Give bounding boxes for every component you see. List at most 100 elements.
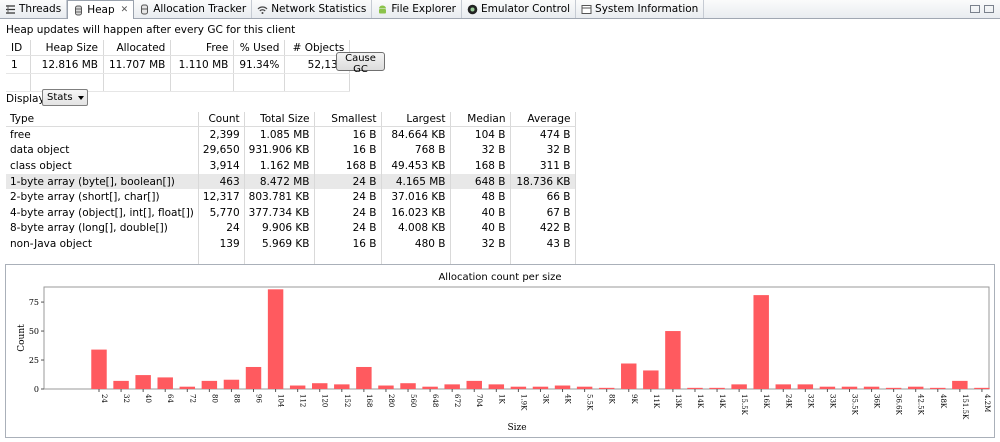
android-icon: [377, 4, 388, 15]
column-header-type[interactable]: Type: [6, 112, 199, 127]
close-tab-icon[interactable]: ✕: [121, 5, 129, 15]
bar: [621, 363, 637, 389]
tab-threads[interactable]: Threads: [0, 0, 68, 18]
x-tick-label: 151.5K: [961, 394, 969, 420]
bar: [709, 387, 725, 389]
emulator-icon: [467, 4, 478, 15]
tab-file-explorer[interactable]: File Explorer: [372, 0, 463, 18]
table-row[interactable]: data object 29,650 931.906 KB 16 B 768 B 32 B…: [6, 142, 576, 159]
display-mode-select[interactable]: Stats: [42, 89, 88, 106]
column-header-smallest[interactable]: Smallest: [314, 112, 382, 127]
table-row[interactable]: 2-byte array (short[], char[]) 12,317 803.…: [6, 189, 576, 205]
table-row[interactable]: class object 3,914 1.162 MB 168 B 49.453 KB 1…: [6, 158, 576, 174]
x-tick-label: 9K: [630, 394, 638, 404]
bar: [841, 386, 858, 389]
cell-smallest: 16 B: [314, 126, 382, 143]
column-header-total-size[interactable]: Total Size: [244, 112, 315, 127]
table-row[interactable]: 8-byte array (long[], double[]) 24 9.906 K…: [6, 220, 576, 237]
cell-type: class object: [6, 158, 199, 174]
tab-label: Heap: [87, 4, 115, 16]
table-row[interactable]: non-Java object 139 5.969 KB 16 B 480 B 32 B4…: [6, 236, 576, 252]
cell-smallest: 16 B: [314, 142, 382, 159]
table-row[interactable]: free 2,399 1.085 MB 16 B 84.664 KB 104 B 474 B: [6, 126, 576, 143]
table-header-row: ID Heap Size Allocated Free % Used # Obj…: [6, 40, 351, 56]
x-tick-label: 648: [431, 394, 439, 407]
heap-icon: [73, 5, 84, 16]
cell-median: 32 B: [450, 142, 511, 159]
y-tick-label: 50: [29, 327, 39, 336]
cell-total-size: 377.734 KB: [244, 204, 315, 221]
column-header-allocated[interactable]: Allocated: [103, 40, 172, 56]
plot-area: [43, 286, 990, 390]
tab-allocation-tracker[interactable]: Allocation Tracker: [134, 0, 253, 18]
cell-count: 463: [198, 173, 245, 190]
column-header-free[interactable]: Free: [170, 40, 235, 56]
x-tick-label: 15.5K: [740, 394, 748, 416]
table-row[interactable]: 1 12.816 MB 11.707 MB 1.110 MB 91.34% 52…: [6, 55, 351, 74]
x-tick-label: 42.5K: [917, 394, 925, 416]
bar: [598, 387, 615, 389]
cell-total-size: 1.162 MB: [244, 158, 315, 174]
heap-summary-table: ID Heap Size Allocated Free % Used # Obj…: [6, 40, 351, 92]
column-header-id[interactable]: ID: [6, 40, 31, 56]
x-tick-label: 72: [188, 394, 196, 403]
column-header-heap-size[interactable]: Heap Size: [30, 40, 104, 56]
cell-type: non-Java object: [6, 236, 199, 252]
column-header-average[interactable]: Average: [510, 112, 576, 127]
bar: [532, 386, 549, 389]
bar: [930, 387, 946, 389]
minimize-icon[interactable]: [970, 5, 980, 13]
tab-network-statistics[interactable]: Network Statistics: [252, 0, 373, 18]
table-row[interactable]: 1-byte array (byte[], boolean[]) 463 8.472…: [6, 173, 576, 190]
cell-type: 8-byte array (long[], double[]): [6, 220, 199, 237]
x-tick-label: 24: [100, 394, 108, 403]
cause-gc-button[interactable]: Cause GC: [336, 52, 385, 75]
x-tick-label: 24K: [784, 394, 792, 409]
bar: [753, 295, 769, 389]
column-header-largest[interactable]: Largest: [381, 112, 451, 127]
bar: [245, 366, 262, 389]
display-mode-value: Stats: [47, 92, 73, 103]
network-icon: [257, 4, 268, 15]
chart-title: Allocation count per size: [438, 272, 561, 283]
bar: [157, 377, 173, 389]
maximize-icon[interactable]: [984, 5, 994, 13]
column-header-count[interactable]: Count: [198, 112, 245, 127]
x-tick-label: 8K: [608, 394, 616, 404]
cell-type: data object: [6, 142, 199, 159]
bar: [400, 383, 416, 389]
bar: [952, 380, 968, 389]
cell-average: 422 B: [510, 220, 576, 237]
table-row[interactable]: 4-byte array (object[], int[], float[]) 5…: [6, 204, 576, 221]
cell-total-size: 9.906 KB: [244, 220, 315, 237]
cell-largest: 84.664 KB: [381, 126, 451, 143]
column-header-percent-used[interactable]: % Used: [233, 40, 286, 56]
tab-label: Network Statistics: [271, 3, 367, 15]
cell-average: 32 B: [510, 142, 576, 159]
cell-average: 474 B: [510, 126, 576, 143]
cell-count: 2,399: [198, 126, 245, 143]
cell-average: 67 B: [510, 204, 576, 221]
bar: [510, 386, 527, 389]
cell-median: 32 B: [450, 236, 511, 252]
cell-largest: 37.016 KB: [381, 189, 451, 205]
column-header-median[interactable]: Median: [450, 112, 511, 127]
bar: [422, 386, 438, 389]
x-tick-label: 120: [321, 394, 329, 407]
bar: [201, 380, 218, 389]
bar: [731, 384, 747, 389]
cell-type: free: [6, 126, 199, 143]
bar: [974, 387, 990, 389]
tab-heap[interactable]: Heap ✕: [67, 0, 135, 19]
bar: [91, 349, 107, 389]
cell-type: 1-byte array (byte[], boolean[]): [6, 173, 199, 190]
bar: [378, 385, 394, 389]
tab-label: System Information: [595, 3, 699, 15]
cell-id: 1: [6, 55, 31, 74]
tab-label: Emulator Control: [481, 3, 571, 15]
tab-system-information[interactable]: System Information: [576, 0, 705, 18]
cell-smallest: 16 B: [314, 236, 382, 252]
cell-largest: 16.023 KB: [381, 204, 451, 221]
cell-type: 4-byte array (object[], int[], float[]): [6, 204, 199, 221]
tab-emulator-control[interactable]: Emulator Control: [462, 0, 577, 18]
